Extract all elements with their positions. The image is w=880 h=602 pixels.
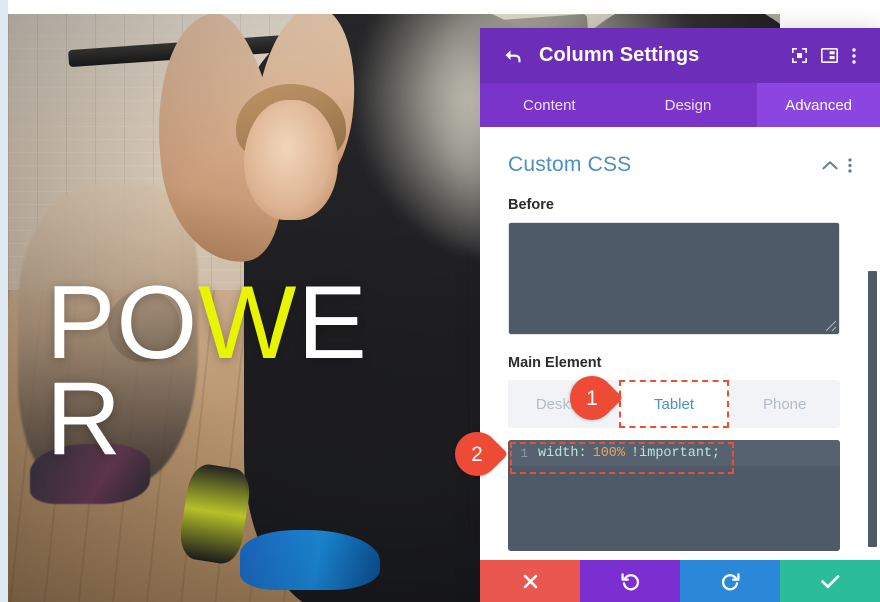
fullscreen-icon[interactable] <box>784 41 814 71</box>
hero-headline: POWE R <box>46 271 406 471</box>
panel-title: Column Settings <box>539 44 700 66</box>
panel-header: Column Settings <box>480 28 880 83</box>
device-option-desktop[interactable]: Desktop <box>508 380 619 428</box>
resize-grip-icon[interactable] <box>826 321 836 331</box>
close-x-icon <box>523 574 537 588</box>
before-textarea[interactable] <box>508 222 840 335</box>
hero-headline-highlight: W <box>198 265 298 381</box>
code-token-value: 100% <box>592 445 626 461</box>
main-element-label: Main Element <box>508 355 602 371</box>
save-button[interactable] <box>780 560 880 602</box>
device-option-phone[interactable]: Phone <box>729 380 840 428</box>
main-element-code-editor[interactable]: 1 width: 100% !important; <box>508 440 840 551</box>
panel-body: Custom CSS Before Main Element Desktop T… <box>480 127 880 560</box>
tab-advanced[interactable]: Advanced <box>757 83 880 127</box>
main-element-field: Main Element Desktop Tablet Phone 1 widt… <box>480 355 880 551</box>
before-field: Before <box>480 197 880 335</box>
custom-css-section-header: Custom CSS <box>480 127 880 177</box>
undo-arrow-icon <box>620 572 639 590</box>
cancel-button[interactable] <box>480 560 580 602</box>
code-token-property: width: <box>538 445 587 461</box>
section-more-options-icon[interactable] <box>842 153 858 177</box>
more-options-icon[interactable] <box>844 41 864 71</box>
tab-design[interactable]: Design <box>619 83 758 127</box>
code-line-number: 1 <box>520 445 528 461</box>
panel-scrollbar[interactable] <box>868 271 877 547</box>
redo-button[interactable] <box>680 560 780 602</box>
column-settings-panel: Column Settings Content Design Advanced … <box>480 28 880 602</box>
device-option-tablet[interactable]: Tablet <box>618 380 730 428</box>
hero-headline-part-2: E <box>297 265 368 381</box>
screenshot-root: POWE R Column Settings Content Design Ad… <box>0 0 880 602</box>
back-arrow-icon[interactable] <box>500 43 526 69</box>
layout-toggle-icon[interactable] <box>814 41 844 71</box>
panel-tabs: Content Design Advanced <box>480 83 880 127</box>
redo-arrow-icon <box>721 572 740 590</box>
hero-headline-part-3: R <box>46 360 123 477</box>
panel-footer <box>480 560 880 602</box>
before-label: Before <box>508 197 554 213</box>
undo-button[interactable] <box>580 560 680 602</box>
code-editor-line[interactable]: 1 width: 100% !important; <box>508 440 840 466</box>
checkmark-icon <box>820 574 839 588</box>
code-token-important: !important; <box>631 445 721 461</box>
device-toggle-group: Desktop Tablet Phone <box>508 380 840 428</box>
chevron-up-icon[interactable] <box>818 153 842 177</box>
tab-content[interactable]: Content <box>480 83 619 127</box>
panel-scroll-content: Custom CSS Before Main Element Desktop T… <box>480 127 880 560</box>
section-title: Custom CSS <box>508 153 632 176</box>
